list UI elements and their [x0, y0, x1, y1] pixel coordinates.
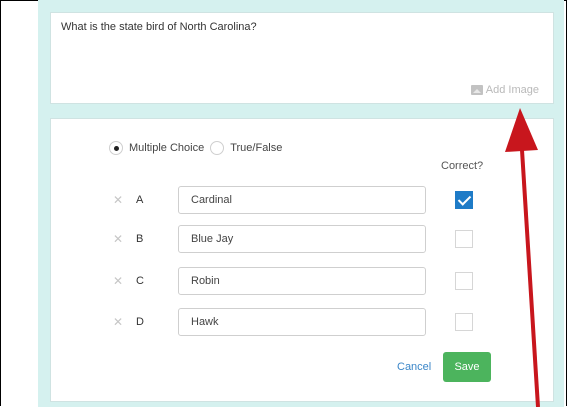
answer-letter: C	[136, 275, 144, 287]
question-card: What is the state bird of North Carolina…	[50, 12, 554, 104]
answer-letter: A	[136, 194, 144, 206]
answer-row-c: ✕ C	[51, 267, 553, 297]
correct-checkbox-b[interactable]	[455, 230, 473, 248]
answer-letter: B	[136, 233, 144, 245]
add-image-button[interactable]: Add Image	[470, 84, 539, 96]
close-icon[interactable]: ✕	[113, 275, 123, 287]
answers-card: Multiple Choice True/False Correct? ✕ A …	[50, 118, 554, 402]
image-icon	[470, 85, 483, 95]
true-false-radio[interactable]	[210, 141, 225, 155]
answer-row-b: ✕ B	[51, 225, 553, 255]
true-false-label[interactable]: True/False	[230, 142, 282, 154]
question-type-selector: Multiple Choice True/False	[109, 141, 288, 155]
multiple-choice-label[interactable]: Multiple Choice	[129, 142, 204, 154]
correct-checkbox-d[interactable]	[455, 313, 473, 331]
answer-input-c[interactable]	[178, 267, 426, 295]
answer-row-d: ✕ D	[51, 308, 553, 338]
multiple-choice-radio[interactable]	[109, 141, 123, 155]
correct-checkbox-a[interactable]	[455, 191, 473, 209]
close-icon[interactable]: ✕	[113, 194, 123, 206]
answer-input-a[interactable]	[178, 186, 426, 214]
answer-input-b[interactable]	[178, 225, 426, 253]
close-icon[interactable]: ✕	[113, 316, 123, 328]
answer-letter: D	[136, 316, 144, 328]
close-icon[interactable]: ✕	[113, 233, 123, 245]
correct-checkbox-c[interactable]	[455, 272, 473, 290]
correct-column-header: Correct?	[441, 160, 484, 172]
answer-row-a: ✕ A	[51, 186, 553, 216]
answer-input-d[interactable]	[178, 308, 426, 336]
cancel-button[interactable]: Cancel	[397, 361, 431, 373]
save-button[interactable]: Save	[443, 352, 491, 382]
add-image-label: Add Image	[485, 84, 539, 96]
question-text[interactable]: What is the state bird of North Carolina…	[61, 21, 257, 33]
